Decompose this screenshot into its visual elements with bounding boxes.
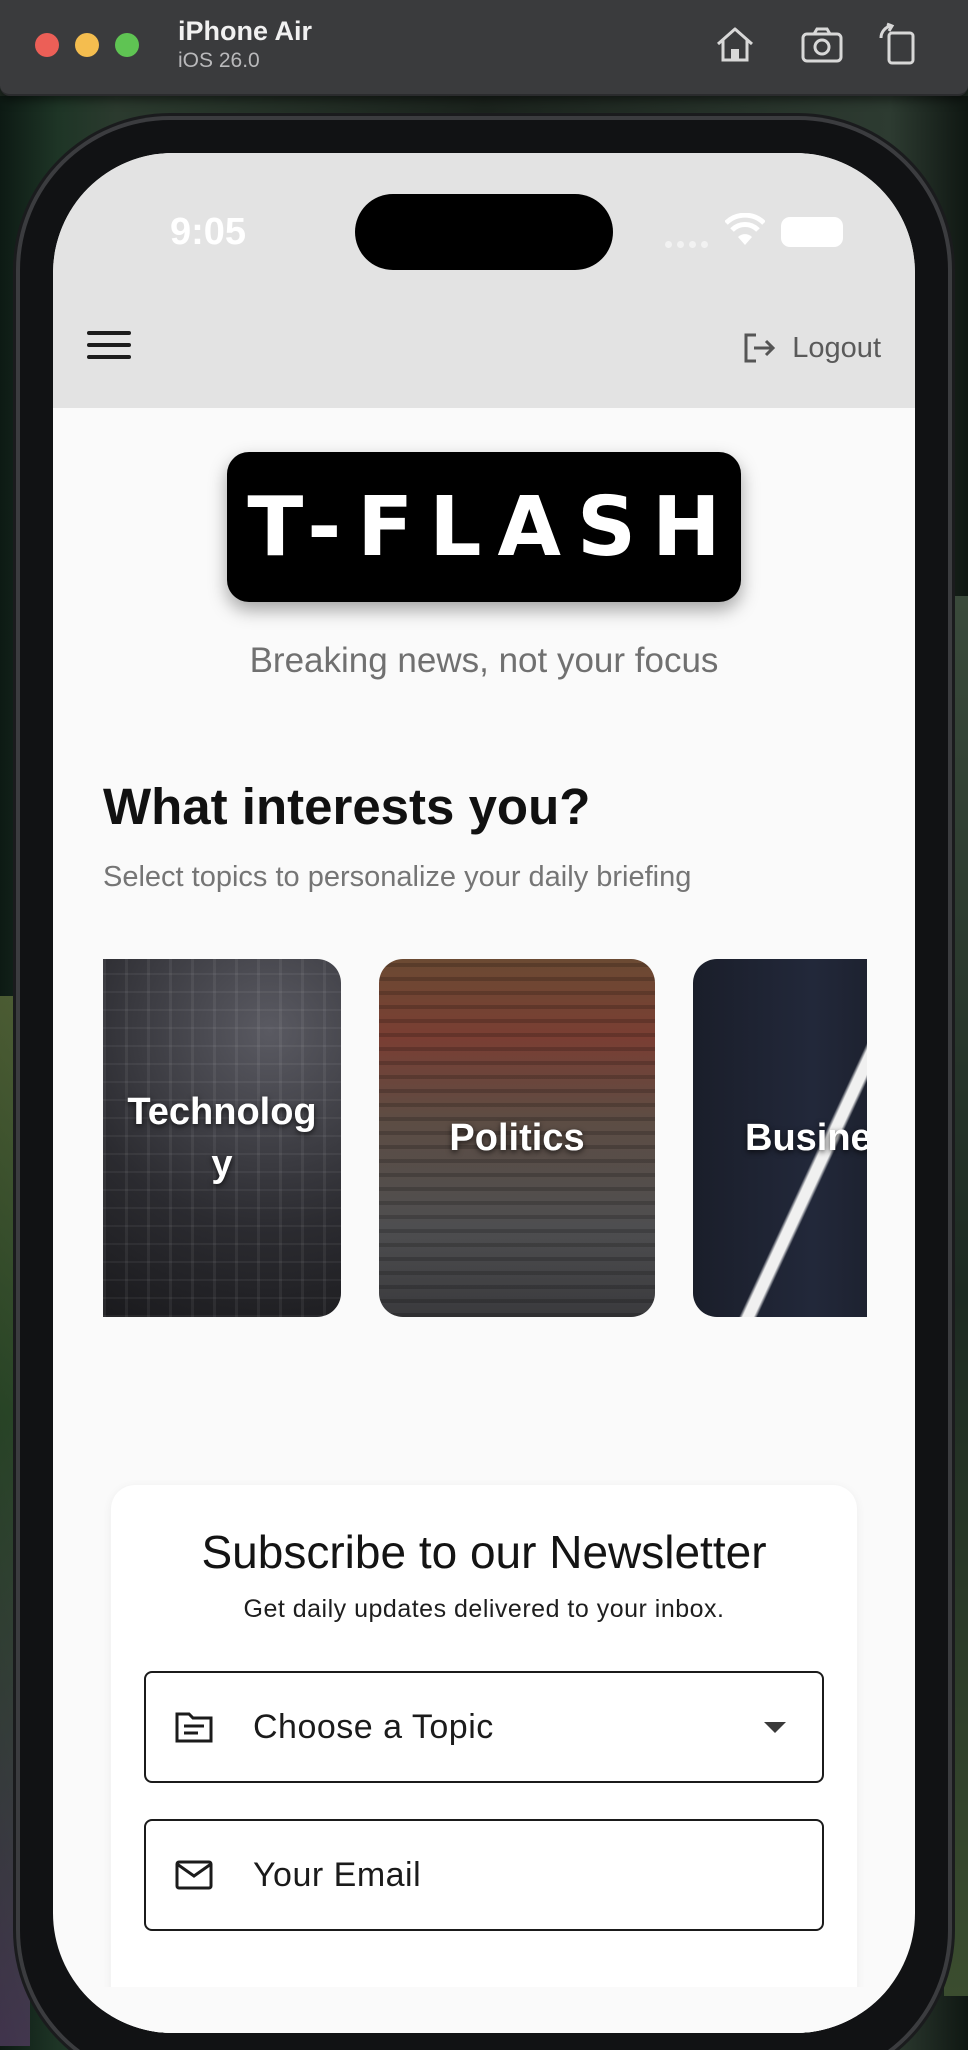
email-placeholder: Your Email <box>253 1855 422 1894</box>
topic-card-politics[interactable]: Politics <box>379 959 655 1317</box>
logout-icon <box>744 333 776 363</box>
app-logo: T-FLASH <box>227 452 741 602</box>
os-version: iOS 26.0 <box>178 49 260 72</box>
cellular-signal-icon <box>665 235 713 253</box>
battery-icon <box>781 217 843 247</box>
device-name: iPhone Air <box>178 16 313 46</box>
topic-carousel[interactable]: Technolog y Politics Busine <box>103 959 867 1319</box>
iphone-frame: 9:05 Logout T-FLASH Breaking news, not y… <box>20 120 948 2050</box>
app-header: 9:05 Logout <box>53 153 915 408</box>
logout-button[interactable]: Logout <box>740 323 881 373</box>
screenshot-icon[interactable] <box>797 20 847 70</box>
topic-select-placeholder: Choose a Topic <box>253 1707 494 1746</box>
topics-subtitle: Select topics to personalize your daily … <box>103 861 692 893</box>
zoom-window-button[interactable] <box>115 33 139 57</box>
minimize-window-button[interactable] <box>75 33 99 57</box>
topic-card-label: Politics <box>449 1117 585 1159</box>
screen-bottom-edge <box>53 1987 915 2033</box>
newsletter-subtitle: Get daily updates delivered to your inbo… <box>243 1595 725 1623</box>
logout-label: Logout <box>792 331 881 364</box>
wifi-icon <box>725 213 765 245</box>
topics-title: What interests you? <box>103 778 591 835</box>
newsletter-title: Subscribe to our Newsletter <box>201 1526 767 1578</box>
email-field[interactable]: Your Email <box>144 1819 824 1931</box>
close-window-button[interactable] <box>35 33 59 57</box>
dynamic-island <box>355 194 613 270</box>
hamburger-icon <box>87 331 131 335</box>
chevron-down-icon <box>764 1721 786 1733</box>
folder-icon <box>175 1712 213 1743</box>
topic-card-label: Busine <box>745 1117 867 1159</box>
menu-button[interactable] <box>87 331 131 367</box>
phone-screen: 9:05 Logout T-FLASH Breaking news, not y… <box>53 153 915 2033</box>
home-icon[interactable] <box>710 20 760 70</box>
topic-card-technology[interactable]: Technolog y <box>103 959 341 1317</box>
tagline: Breaking news, not your focus <box>249 641 719 680</box>
simulator-title-bar: iPhone Air iOS 26.0 <box>0 0 968 96</box>
status-time: 9:05 <box>170 211 247 253</box>
mail-icon <box>175 1860 213 1890</box>
logo-text: T-FLASH <box>247 479 737 575</box>
topic-card-label: Technolog y <box>127 1091 317 1185</box>
rotate-icon[interactable] <box>873 20 923 70</box>
topic-select[interactable]: Choose a Topic <box>144 1671 824 1783</box>
newsletter-card: Subscribe to our Newsletter Get daily up… <box>111 1485 857 2033</box>
topic-card-business[interactable]: Busine <box>693 959 867 1317</box>
